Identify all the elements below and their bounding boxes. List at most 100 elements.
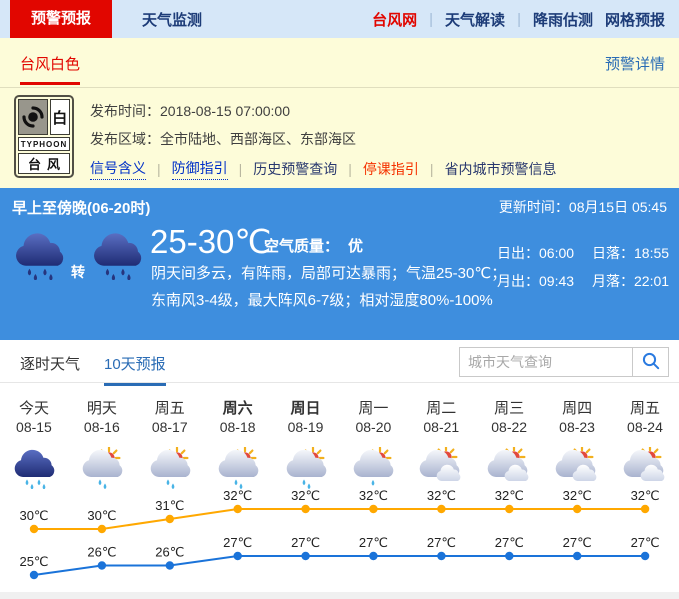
heavy-rain-icon — [0, 445, 68, 490]
forecast-day-column[interactable]: 周四08-23 — [543, 383, 611, 490]
rain-weather-icon — [12, 230, 66, 285]
ten-day-forecast: 今天08-15明天08-16周五08-17周六08-18周日08-19周一08-… — [0, 383, 679, 599]
topnav-link[interactable]: 网格预报 — [605, 9, 665, 30]
air-quality-label: 空气质量： — [264, 238, 339, 255]
forecast-columns: 今天08-15明天08-16周五08-17周六08-18周日08-19周一08-… — [0, 383, 679, 490]
day-name: 周四 — [543, 383, 611, 419]
sun-shower-icon — [136, 445, 204, 490]
search-icon — [641, 351, 661, 374]
forecast-day-column[interactable]: 今天08-15 — [0, 383, 68, 490]
forecast-day-column[interactable]: 周一08-20 — [339, 383, 407, 490]
high-temp-point — [234, 505, 242, 513]
sun-cloudy-icon — [543, 445, 611, 490]
day-date: 08-15 — [0, 419, 68, 445]
typhoon-chinese-label: 台 风 — [18, 153, 70, 174]
sun-light-rain-icon — [339, 445, 407, 490]
sun-shower-icon — [204, 445, 272, 490]
high-temp-label: 32℃ — [427, 490, 456, 503]
temperature-range: 25-30℃ — [150, 222, 271, 261]
forecast-day-column[interactable]: 周五08-24 — [611, 383, 679, 490]
sun-times: 日出：06:00 日落：18:55 — [497, 243, 669, 263]
tab-hourly-weather[interactable]: 逐时天气 — [20, 353, 80, 374]
publish-time-line: 发布时间：2018-08-15 07:00:00 — [90, 97, 557, 125]
tab-warning-forecast[interactable]: 预警预报 — [10, 0, 112, 38]
warning-detail-link[interactable]: 预警详情 — [605, 53, 665, 74]
day-name: 周五 — [136, 383, 204, 419]
rain-weather-icon — [90, 230, 144, 285]
day-date: 08-24 — [611, 419, 679, 445]
warning-link[interactable]: 停课指引 — [363, 159, 419, 179]
forecast-day-column[interactable]: 周三08-22 — [475, 383, 543, 490]
typhoon-char-2: 风 — [47, 154, 60, 173]
high-temp-label: 32℃ — [495, 490, 524, 503]
separator: | — [430, 161, 434, 177]
typhoon-swirl-icon — [18, 99, 48, 135]
day-date: 08-16 — [68, 419, 136, 445]
day-name: 周六 — [204, 383, 272, 419]
high-temp-label: 30℃ — [87, 508, 116, 523]
typhoon-white-warning-icon: 白 TYPHOON 台 风 — [14, 95, 74, 178]
day-name: 周五 — [611, 383, 679, 419]
weather-warning-page: 预警预报 天气监测 台风网 | 天气解读 | 降雨估测网格预报 台风白色 预警详情 白 … — [0, 0, 679, 599]
low-temp-line — [34, 556, 645, 575]
city-search — [459, 347, 669, 377]
topnav-link[interactable]: 天气解读 — [445, 9, 505, 30]
sun-cloudy-icon — [475, 445, 543, 490]
update-time-value: 08月15日 05:45 — [569, 199, 667, 215]
low-temp-point — [573, 552, 581, 560]
high-temp-label: 32℃ — [291, 490, 320, 503]
low-temp-label: 27℃ — [291, 535, 320, 550]
day-date: 08-19 — [272, 419, 340, 445]
forecast-day-column[interactable]: 周日08-19 — [272, 383, 340, 490]
low-temp-label: 25℃ — [19, 554, 48, 569]
high-temp-label: 31℃ — [155, 498, 184, 513]
moonrise-time: 月出：09:43 — [497, 271, 592, 291]
forecast-day-column[interactable]: 明天08-16 — [68, 383, 136, 490]
day-name: 今天 — [0, 383, 68, 419]
high-temp-point — [369, 505, 377, 513]
day-date: 08-20 — [339, 419, 407, 445]
topnav-link[interactable]: 台风网 — [372, 9, 417, 30]
update-time: 更新时间：08月15日 05:45 — [499, 197, 667, 217]
tab-ten-day-forecast[interactable]: 10天预报 — [104, 353, 166, 386]
low-temp-label: 27℃ — [495, 535, 524, 550]
high-temp-point — [437, 505, 445, 513]
low-temp-label: 27℃ — [631, 535, 660, 550]
day-name: 周一 — [339, 383, 407, 419]
low-temp-point — [234, 552, 242, 560]
city-search-input[interactable] — [459, 347, 633, 377]
day-name: 周二 — [407, 383, 475, 419]
topnav-link[interactable]: 降雨估测 — [533, 9, 593, 30]
high-temp-point — [301, 505, 309, 513]
sun-shower-icon — [272, 445, 340, 490]
warning-link[interactable]: 信号含义 — [90, 158, 146, 180]
search-button[interactable] — [633, 347, 669, 377]
forecast-day-column[interactable]: 周六08-18 — [204, 383, 272, 490]
warning-link[interactable]: 防御指引 — [172, 158, 228, 180]
high-temp-point — [505, 505, 513, 513]
typhoon-english-label: TYPHOON — [18, 137, 70, 151]
warning-link[interactable]: 省内城市预警信息 — [445, 159, 557, 179]
typhoon-char-1: 台 — [28, 154, 41, 173]
high-temp-point — [98, 525, 106, 533]
air-quality-value: 优 — [348, 238, 363, 255]
day-name: 明天 — [68, 383, 136, 419]
moonset-time: 月落：22:01 — [592, 271, 669, 291]
tab-weather-monitor[interactable]: 天气监测 — [142, 9, 202, 30]
warning-link[interactable]: 历史预警查询 — [253, 159, 337, 179]
warning-info-panel: 白 TYPHOON 台 风 发布时间：2018-08-15 07:00:00 发… — [0, 88, 679, 188]
day-date: 08-18 — [204, 419, 272, 445]
tab-typhoon-white[interactable]: 台风白色 — [20, 53, 80, 85]
forecast-day-column[interactable]: 周二08-21 — [407, 383, 475, 490]
moon-times: 月出：09:43 月落：22:01 — [497, 271, 669, 291]
forecast-day-column[interactable]: 周五08-17 — [136, 383, 204, 490]
separator: | — [348, 161, 352, 177]
sunrise-time: 日出：06:00 — [497, 243, 592, 263]
low-temp-label: 27℃ — [223, 535, 252, 550]
high-temp-label: 32℃ — [563, 490, 592, 503]
high-temp-point — [30, 525, 38, 533]
transition-label: 转 — [71, 262, 85, 282]
day-date: 08-21 — [407, 419, 475, 445]
separator: | — [157, 161, 161, 177]
day-date: 08-22 — [475, 419, 543, 445]
